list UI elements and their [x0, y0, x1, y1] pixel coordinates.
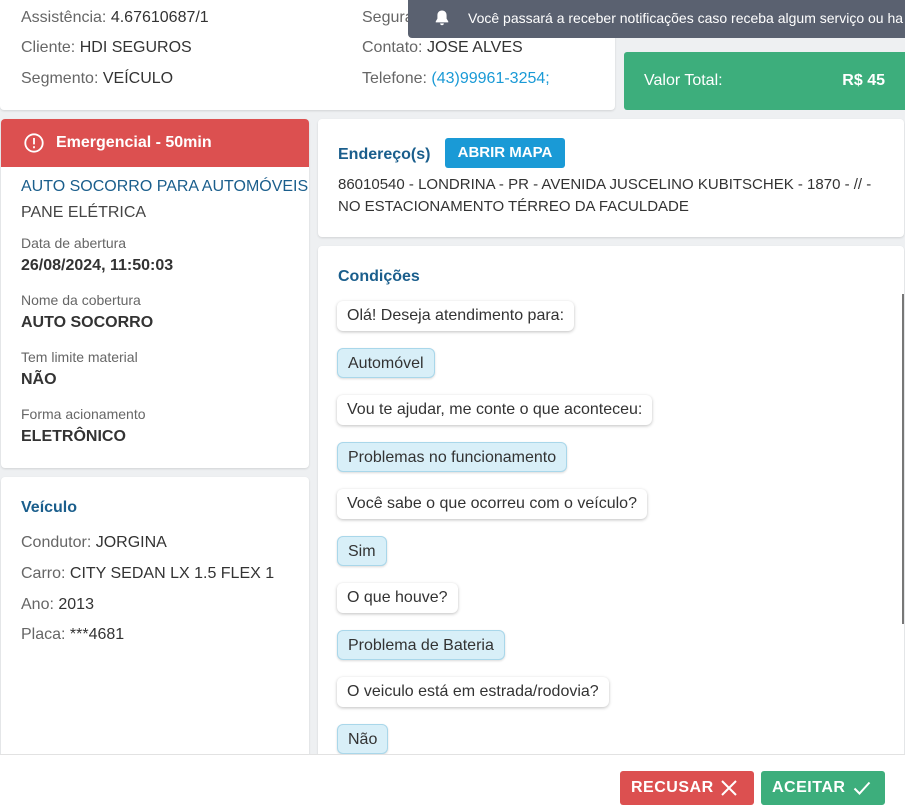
- car-row: Carro: CITY SEDAN LX 1.5 FLEX 1: [21, 565, 274, 583]
- service-title: AUTO SOCORRO PARA AUTOMÓVEIS: [21, 178, 309, 195]
- check-icon: [853, 781, 871, 795]
- opening-date-label: Data de abertura: [21, 235, 127, 251]
- address-line-2: NO ESTACIONAMENTO TÉRREO DA FACULDADE: [338, 198, 689, 215]
- client-label: Cliente:: [21, 39, 76, 56]
- assistance-label: Assistência:: [21, 9, 107, 26]
- assistance-row: Assistência: 4.67610687/1: [21, 9, 209, 27]
- contact-value: JOSE ALVES: [426, 39, 523, 56]
- notification-toast[interactable]: Você passará a receber notificações caso…: [408, 0, 905, 38]
- conditions-scrollbar[interactable]: [902, 294, 904, 624]
- segment-row: Segmento: VEÍCULO: [21, 70, 173, 88]
- address-card: Endereço(s) ABRIR MAPA 86010540 - LONDRI…: [318, 119, 904, 237]
- insured-label: Segura: [362, 9, 414, 26]
- refuse-button[interactable]: RECUSAR: [620, 771, 754, 805]
- car-label: Carro:: [21, 565, 66, 582]
- segment-label: Segmento:: [21, 70, 99, 87]
- phone-link[interactable]: (43)99961-3254;: [431, 70, 549, 87]
- condition-answer: Problema de Bateria: [337, 630, 505, 660]
- condition-answer: Não: [337, 724, 389, 754]
- condition-question: O veiculo está em estrada/rodovia?: [337, 677, 609, 707]
- condition-question: Você sabe o que ocorreu com o veículo?: [337, 489, 647, 519]
- contact-label: Contato:: [362, 39, 423, 56]
- service-subtitle: PANE ELÉTRICA: [21, 204, 147, 221]
- condition-answer: Problemas no funcionamento: [337, 442, 568, 472]
- emergency-title: Emergencial - 50min: [56, 134, 212, 151]
- driver-label: Condutor:: [21, 534, 92, 551]
- vehicle-title: Veículo: [21, 499, 78, 516]
- condition-answer: Sim: [337, 536, 387, 566]
- alert-circle-icon: [24, 133, 44, 153]
- plate-value: ***4681: [69, 626, 125, 643]
- plate-label: Placa:: [21, 626, 66, 643]
- assistance-value: 4.67610687/1: [110, 9, 209, 26]
- year-value: 2013: [58, 596, 94, 613]
- insured-row: Segura: [362, 9, 414, 27]
- address-line-1: 86010540 - LONDRINA - PR - AVENIDA JUSCE…: [338, 176, 872, 193]
- condition-question: Vou te ajudar, me conte o que aconteceu:: [337, 395, 653, 425]
- accept-button[interactable]: ACEITAR: [761, 771, 885, 805]
- client-row: Cliente: HDI SEGUROS: [21, 39, 192, 57]
- refuse-label: RECUSAR: [631, 779, 714, 796]
- emergency-card: Emergencial - 50min AUTO SOCORRO PARA AU…: [1, 119, 309, 468]
- driver-value: JORGINA: [95, 534, 167, 551]
- condition-question: O que houve?: [337, 583, 458, 613]
- year-label: Ano:: [21, 596, 54, 613]
- segment-value: VEÍCULO: [102, 70, 174, 87]
- total-label: Valor Total:: [644, 72, 723, 89]
- material-limit-value: NÃO: [21, 371, 57, 388]
- conditions-card: Condições Olá! Deseja atendimento para: …: [318, 246, 904, 776]
- opening-date-value: 26/08/2024, 11:50:03: [21, 257, 174, 274]
- year-row: Ano: 2013: [21, 596, 94, 614]
- conditions-title: Condições: [338, 268, 420, 285]
- toast-message: Você passará a receber notificações caso…: [468, 10, 904, 26]
- car-value: CITY SEDAN LX 1.5 FLEX 1: [69, 565, 275, 582]
- action-footer: RECUSAR ACEITAR: [0, 754, 905, 809]
- phone-row: Telefone: (43)99961-3254;: [362, 70, 550, 88]
- emergency-header: Emergencial - 50min: [1, 119, 309, 167]
- contact-row: Contato: JOSE ALVES: [362, 39, 523, 57]
- coverage-name-value: AUTO SOCORRO: [21, 314, 154, 331]
- address-title: Endereço(s): [338, 146, 431, 163]
- open-map-button[interactable]: ABRIR MAPA: [445, 138, 565, 168]
- total-amount: R$ 45: [842, 72, 885, 89]
- condition-question: Olá! Deseja atendimento para:: [337, 301, 575, 331]
- accept-label: ACEITAR: [772, 779, 846, 796]
- material-limit-label: Tem limite material: [21, 349, 138, 365]
- driver-row: Condutor: JORGINA: [21, 534, 167, 552]
- bell-icon: [435, 10, 449, 26]
- phone-label: Telefone:: [362, 70, 427, 87]
- plate-row: Placa: ***4681: [21, 626, 124, 644]
- trigger-method-value: ELETRÔNICO: [21, 428, 126, 445]
- vehicle-card: Veículo Condutor: JORGINA Carro: CITY SE…: [1, 477, 309, 767]
- condition-answer: Automóvel: [337, 348, 435, 378]
- coverage-name-label: Nome da cobertura: [21, 292, 141, 308]
- close-icon: [721, 780, 737, 796]
- trigger-method-label: Forma acionamento: [21, 406, 146, 422]
- total-value-box: Valor Total: R$ 45: [624, 52, 905, 110]
- client-value: HDI SEGUROS: [79, 39, 192, 56]
